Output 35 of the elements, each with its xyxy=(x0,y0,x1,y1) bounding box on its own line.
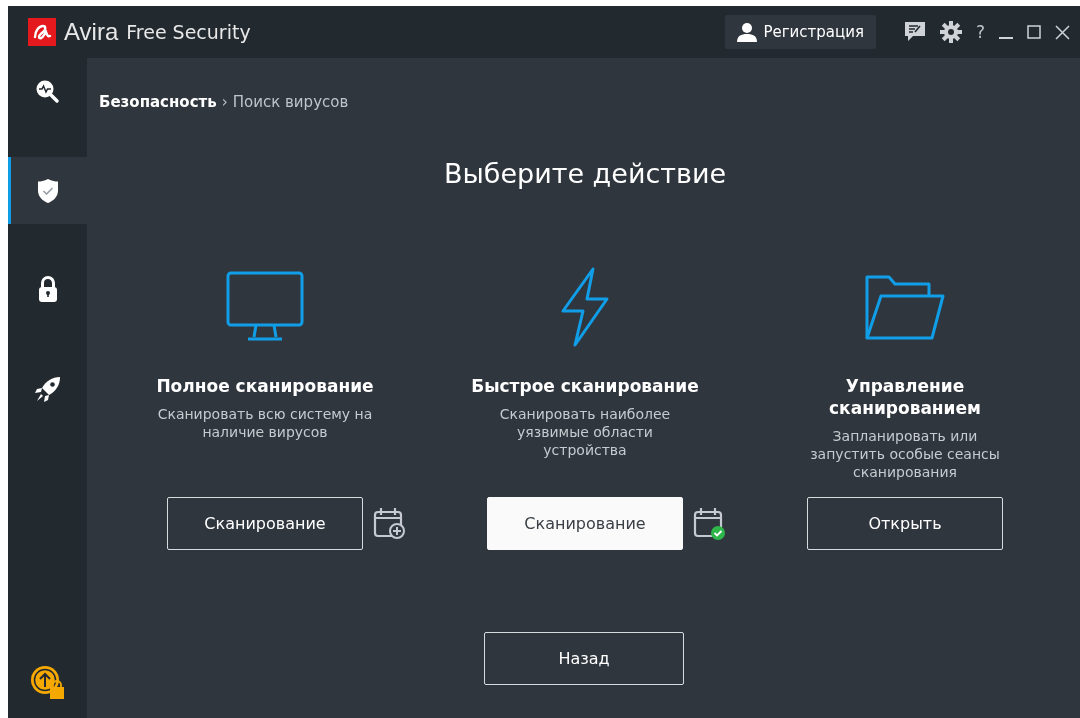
maximize-icon[interactable] xyxy=(1027,25,1041,39)
scan-option-button[interactable]: Сканирование xyxy=(167,497,363,550)
user-icon xyxy=(737,22,758,42)
upgrade-icon[interactable] xyxy=(29,665,66,701)
monitor-icon xyxy=(226,271,304,343)
search-icon xyxy=(34,78,61,105)
feedback-icon[interactable] xyxy=(903,21,926,43)
page-heading: Выберите действие xyxy=(442,158,728,189)
back-button[interactable]: Назад xyxy=(484,632,684,685)
product-name: Free Security xyxy=(126,21,251,43)
scan-option-button[interactable]: Сканирование xyxy=(487,497,683,550)
breadcrumb-item[interactable]: Безопасность xyxy=(99,93,217,111)
option-title: Полное сканирование xyxy=(155,375,375,397)
settings-icon[interactable] xyxy=(939,21,962,43)
lock-icon xyxy=(37,276,58,303)
shield-icon xyxy=(36,177,59,204)
scan-option-button[interactable]: Открыть xyxy=(807,497,1003,550)
lightning-icon xyxy=(559,267,611,347)
sidebar-item[interactable] xyxy=(8,157,87,224)
calendar-check-icon[interactable] xyxy=(693,506,727,541)
logo-icon xyxy=(28,18,56,46)
calendar-add-icon[interactable] xyxy=(373,506,407,541)
option-title: Быстрое сканирование xyxy=(470,375,700,397)
help-button[interactable]: ? xyxy=(975,22,985,42)
folder-icon xyxy=(864,274,946,340)
breadcrumb-item: Поиск вирусов xyxy=(232,93,349,111)
option-description: Сканировать всю систему на наличие вирусов xyxy=(156,405,374,441)
brand-name: Avira xyxy=(64,18,119,46)
option-description: Сканировать наиболее уязвимые области устройства xyxy=(498,405,672,459)
breadcrumb-separator: › xyxy=(221,93,228,111)
rocket-icon xyxy=(33,374,62,403)
close-icon[interactable] xyxy=(1055,24,1070,40)
option-title: Управление сканированием xyxy=(828,375,982,419)
option-description: Запланировать или запустить особые сеансы сканирования xyxy=(809,427,1001,481)
register-button[interactable]: Регистрация xyxy=(725,15,876,49)
